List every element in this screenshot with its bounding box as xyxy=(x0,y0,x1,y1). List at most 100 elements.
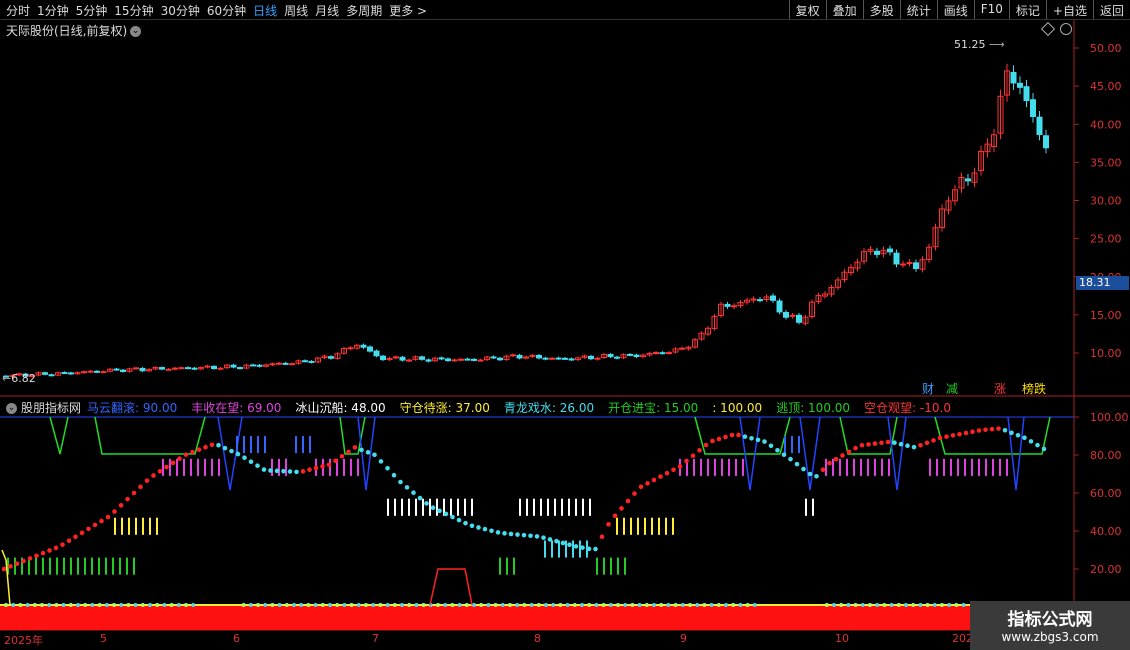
candle-body xyxy=(510,354,516,357)
base-dot xyxy=(860,603,865,607)
trend-dot xyxy=(989,426,995,432)
event-tag[interactable]: 涨 xyxy=(994,380,1006,397)
trend-dot xyxy=(190,449,195,455)
trend-dot xyxy=(645,481,650,486)
trend-dot xyxy=(53,545,59,551)
base-dot xyxy=(148,603,152,607)
base-dot xyxy=(508,603,512,607)
candle-body xyxy=(666,352,672,355)
trend-dot xyxy=(391,472,397,478)
candle-body xyxy=(887,248,893,253)
y-tick-label: 80.00 xyxy=(1090,449,1122,462)
trend-dot xyxy=(872,441,878,446)
candle-body xyxy=(406,359,412,362)
trend-dot xyxy=(73,534,78,540)
base-dot xyxy=(450,603,455,607)
base-dot xyxy=(666,603,671,607)
trend-dot xyxy=(963,430,969,436)
candle-body xyxy=(191,367,198,370)
candle-body xyxy=(659,352,666,355)
base-dot xyxy=(702,603,707,607)
y-tick-label: 100.00 xyxy=(1090,411,1129,424)
trend-dot xyxy=(593,546,598,552)
base-dot xyxy=(464,603,469,607)
candle-body xyxy=(87,370,94,373)
candle-body xyxy=(549,357,555,360)
trend-dot xyxy=(853,445,858,451)
trend-dot xyxy=(235,451,241,457)
trend-dot xyxy=(983,427,988,433)
base-dot xyxy=(738,603,743,607)
escape-top-line xyxy=(94,416,206,455)
trend-dot xyxy=(515,532,520,537)
base-dot xyxy=(349,603,354,607)
trend-dot xyxy=(157,468,163,474)
trend-dot xyxy=(177,456,182,461)
candle-body xyxy=(256,364,263,367)
event-tag[interactable]: 减 xyxy=(946,380,958,397)
base-dot xyxy=(364,603,368,607)
trend-dot xyxy=(1022,435,1027,441)
trend-dot xyxy=(313,465,319,471)
event-tag[interactable]: 财 xyxy=(922,380,934,397)
y-tick-label: 60.00 xyxy=(1090,487,1122,500)
event-tag[interactable]: 榜跌 xyxy=(1022,380,1046,397)
base-dot xyxy=(904,603,908,607)
trend-dot xyxy=(1002,428,1008,433)
candle-body xyxy=(237,367,243,370)
trend-dot xyxy=(508,531,514,537)
base-dot xyxy=(673,603,678,607)
trend-dot xyxy=(671,467,676,473)
trend-dot xyxy=(320,464,325,469)
base-dot xyxy=(457,603,462,607)
candle-body xyxy=(211,365,217,370)
base-dot xyxy=(54,603,59,607)
base-dot xyxy=(126,603,131,607)
base-dot xyxy=(104,603,109,607)
chevron-down-icon[interactable]: ⌄ xyxy=(6,403,17,414)
y-tick-label: 25.00 xyxy=(1090,233,1122,246)
trend-dot xyxy=(281,468,286,474)
candle-body xyxy=(445,358,451,362)
trend-dot xyxy=(879,440,884,446)
candle-body xyxy=(627,353,633,356)
y-tick-label: 50.00 xyxy=(1090,42,1122,55)
base-dot xyxy=(644,603,649,607)
indicator-legend-item: 空仓观望: -10.0 xyxy=(864,401,951,415)
trend-dot xyxy=(105,514,111,520)
candle-body xyxy=(48,374,55,377)
trend-dot xyxy=(411,490,416,496)
base-dot xyxy=(580,603,584,607)
trend-dot xyxy=(944,434,949,439)
base-dot xyxy=(277,603,282,607)
base-dot xyxy=(745,603,750,607)
trend-dot xyxy=(710,438,715,444)
base-dot xyxy=(270,603,275,607)
trend-dot xyxy=(27,556,33,561)
candle-body xyxy=(139,367,146,372)
trend-dot xyxy=(970,429,975,435)
candle-body xyxy=(757,299,763,302)
trend-dot xyxy=(820,467,826,472)
candle-body xyxy=(113,368,120,371)
base-dot xyxy=(11,603,16,607)
trend-dot xyxy=(164,464,169,470)
date-tick: 6 xyxy=(233,632,240,645)
base-dot xyxy=(140,603,145,607)
candle-body xyxy=(282,362,289,365)
base-dot xyxy=(688,603,692,607)
trend-dot xyxy=(775,447,780,453)
trend-dot xyxy=(60,542,65,547)
indicator-legend: 马云翻滚: 90.00 丰收在望: 69.00 冰山沉船: 48.00 守仓待涨: 3… xyxy=(87,401,965,415)
base-dot xyxy=(889,603,894,607)
base-dot xyxy=(263,603,268,607)
trend-dot xyxy=(40,550,46,556)
trend-dot xyxy=(99,518,104,524)
trend-dot xyxy=(957,431,962,437)
base-dot xyxy=(76,603,80,607)
trend-dot xyxy=(326,462,332,468)
trend-dot xyxy=(463,520,468,526)
trend-dot xyxy=(580,545,585,550)
base-dot xyxy=(911,603,916,607)
candle-body xyxy=(185,367,191,370)
